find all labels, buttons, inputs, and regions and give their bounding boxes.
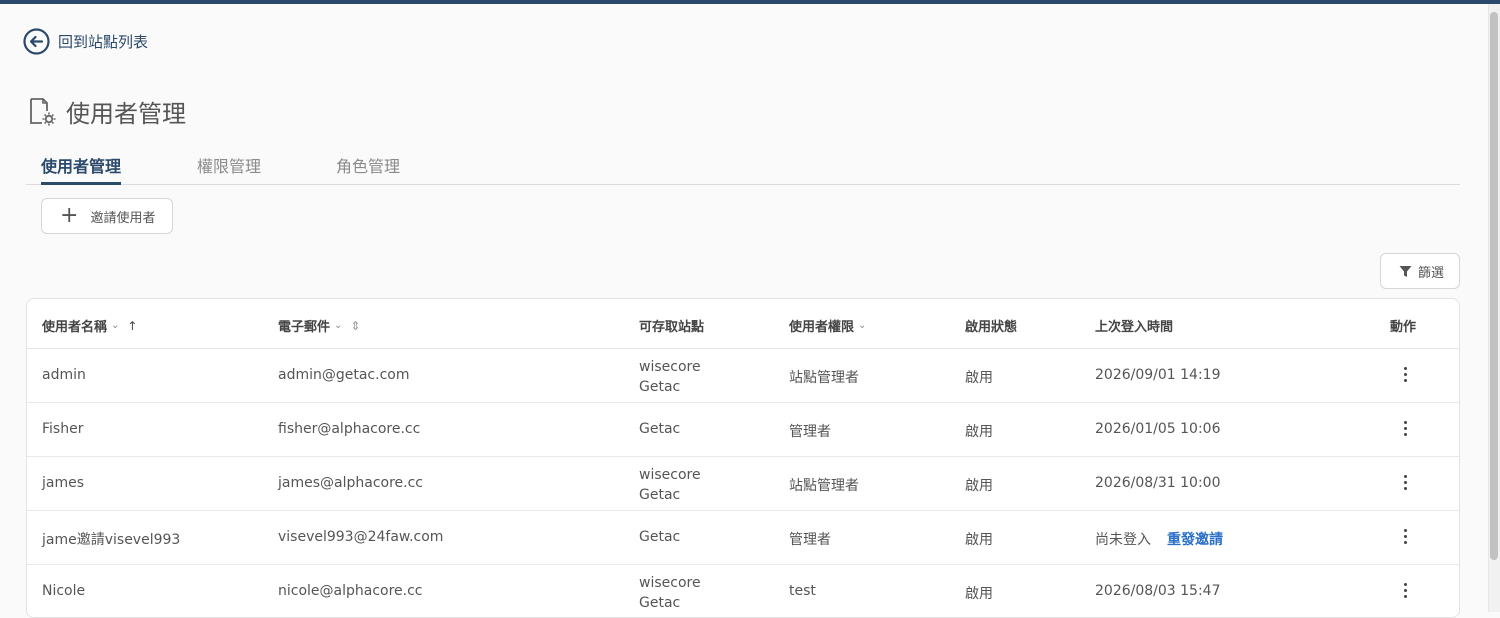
table-row[interactable]: james james@alphacore.cc wisecore Getac … [27, 457, 1459, 511]
cell-role: 管理者 [789, 424, 831, 440]
plus-icon: + [60, 203, 79, 228]
tab-bar: 使用者管理 權限管理 角色管理 [26, 150, 1460, 185]
cell-last-login: 2026/08/31 10:00 [1095, 475, 1221, 491]
column-header-role[interactable]: 使用者權限 ⌄ [789, 316, 866, 335]
back-link-label: 回到站點列表 [58, 33, 149, 51]
cell-username: admin [42, 367, 86, 383]
cell-status: 啟用 [965, 370, 993, 386]
chevron-down-icon[interactable]: ⌄ [334, 320, 342, 331]
cell-username: Nicole [42, 583, 86, 599]
cell-email: visevel993@24faw.com [278, 529, 444, 545]
cell-last-login: 2026/01/05 10:06 [1095, 421, 1221, 437]
scrollbar-thumb[interactable] [1490, 12, 1498, 560]
cell-email: fisher@alphacore.cc [278, 421, 421, 437]
cell-username: jame邀請visevel993 [42, 532, 181, 548]
cell-sites: wisecore Getac [639, 467, 701, 503]
not-logged-in-text: 尚未登入 [1095, 532, 1151, 548]
cell-status: 啟用 [965, 478, 993, 494]
cell-status: 啟用 [965, 586, 993, 602]
cell-last-login: 尚未登入 重發邀請 [1095, 529, 1223, 549]
cell-email: james@alphacore.cc [278, 475, 423, 491]
kebab-vertical-icon[interactable] [1402, 367, 1408, 383]
page-title: 使用者管理 [66, 100, 186, 128]
table-row[interactable]: jame邀請visevel993 visevel993@24faw.com Ge… [27, 511, 1459, 565]
cell-sites: Getac [639, 529, 681, 545]
cell-status: 啟用 [965, 424, 993, 440]
arrow-up-icon[interactable]: ↑ [127, 319, 137, 333]
cell-sites: wisecore Getac [639, 575, 701, 611]
column-header-status: 啟用狀態 [965, 320, 1018, 335]
arrow-left-circle-icon [23, 28, 50, 55]
sort-updown-icon[interactable]: ⇕ [350, 319, 360, 333]
cell-role: test [789, 583, 816, 599]
chevron-down-icon[interactable]: ⌄ [111, 320, 119, 331]
cell-sites: Getac [639, 421, 681, 437]
cell-sites: wisecore Getac [639, 359, 701, 395]
resend-invite-link[interactable]: 重發邀請 [1167, 532, 1223, 548]
kebab-vertical-icon[interactable] [1402, 421, 1408, 437]
tab-permission-management[interactable]: 權限管理 [197, 153, 261, 185]
cell-role: 管理者 [789, 532, 831, 548]
cell-email: nicole@alphacore.cc [278, 583, 423, 599]
filter-button[interactable]: 篩選 [1380, 253, 1460, 289]
cell-last-login: 2026/09/01 14:19 [1095, 367, 1221, 383]
table-header: 使用者名稱 ⌄ ↑ 電子郵件 ⌄ ⇕ 可存取站點 使用者權限 ⌄ 啟用狀態 上次… [27, 299, 1459, 349]
page-header: 使用者管理 [28, 94, 186, 129]
table-row[interactable]: admin admin@getac.com wisecore Getac 站點管… [27, 349, 1459, 403]
filter-label: 篩選 [1418, 265, 1445, 281]
cell-email: admin@getac.com [278, 367, 410, 383]
table-row[interactable]: Nicole nicole@alphacore.cc wisecore Geta… [27, 565, 1459, 617]
cell-status: 啟用 [965, 532, 993, 548]
chevron-down-icon[interactable]: ⌄ [858, 320, 866, 331]
cell-username: Fisher [42, 421, 84, 437]
tab-role-management[interactable]: 角色管理 [336, 153, 400, 185]
column-header-username[interactable]: 使用者名稱 ⌄ ↑ [42, 316, 137, 336]
kebab-vertical-icon[interactable] [1402, 583, 1408, 599]
invite-user-button[interactable]: + 邀請使用者 [41, 198, 173, 234]
user-gear-document-icon [30, 97, 56, 125]
invite-user-label: 邀請使用者 [90, 210, 156, 226]
back-to-site-list-link[interactable]: 回到站點列表 [23, 28, 148, 55]
kebab-vertical-icon[interactable] [1402, 475, 1408, 491]
column-header-actions: 動作 [1390, 320, 1417, 335]
cell-role: 站點管理者 [789, 478, 859, 494]
kebab-vertical-icon[interactable] [1402, 529, 1408, 545]
users-table: 使用者名稱 ⌄ ↑ 電子郵件 ⌄ ⇕ 可存取站點 使用者權限 ⌄ 啟用狀態 上次… [26, 298, 1460, 618]
table-row[interactable]: Fisher fisher@alphacore.cc Getac 管理者 啟用 … [27, 403, 1459, 457]
cell-role: 站點管理者 [789, 370, 859, 386]
funnel-icon [1399, 265, 1412, 277]
column-header-sites: 可存取站點 [639, 320, 705, 335]
column-header-last-login: 上次登入時間 [1095, 320, 1174, 335]
cell-username: james [42, 475, 85, 491]
tab-user-management[interactable]: 使用者管理 [41, 153, 122, 185]
cell-last-login: 2026/08/03 15:47 [1095, 583, 1221, 599]
column-header-email[interactable]: 電子郵件 ⌄ ⇕ [278, 316, 360, 336]
scrollbar-track[interactable] [1488, 4, 1500, 612]
